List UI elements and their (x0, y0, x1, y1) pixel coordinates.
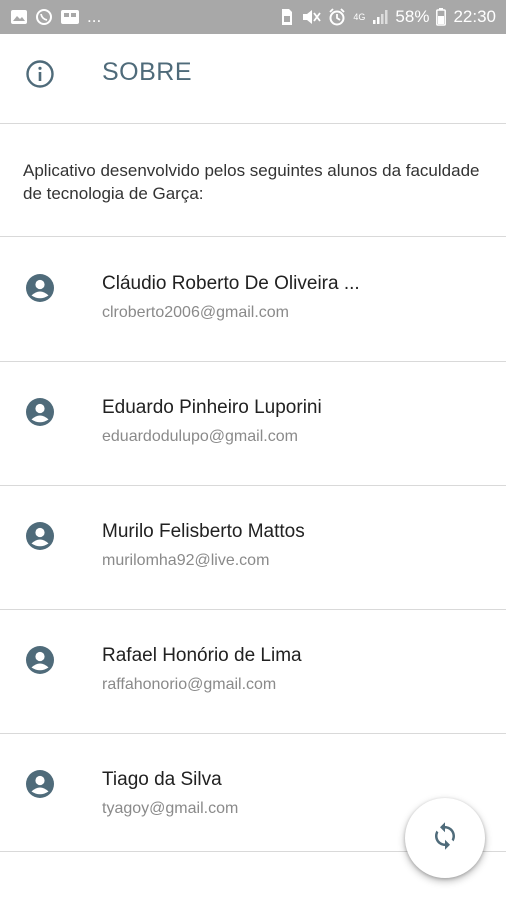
page-title: SOBRE (102, 58, 193, 86)
info-icon (25, 59, 55, 89)
people-list: Cláudio Roberto De Oliveira ... clrobert… (0, 238, 506, 852)
list-item[interactable]: Eduardo Pinheiro Luporini eduardodulupo@… (0, 362, 506, 486)
app-header: SOBRE (0, 34, 506, 124)
refresh-fab-button[interactable] (405, 798, 485, 878)
list-item[interactable]: Rafael Honório de Lima raffahonorio@gmai… (0, 610, 506, 734)
person-email: eduardodulupo@gmail.com (102, 428, 298, 445)
alarm-icon (328, 8, 346, 26)
person-email: murilomha92@live.com (102, 552, 270, 569)
account-circle-icon (24, 396, 56, 428)
person-name: Eduardo Pinheiro Luporini (102, 397, 322, 418)
person-name: Murilo Felisberto Mattos (102, 521, 305, 542)
account-circle-icon (24, 272, 56, 304)
whatsapp-icon (35, 8, 53, 26)
status-more: ... (87, 7, 102, 26)
mute-icon (301, 8, 322, 26)
person-name: Tiago da Silva (102, 769, 222, 790)
image-icon (10, 9, 28, 25)
network-type: 4G (353, 11, 366, 22)
signal-icon (372, 9, 388, 25)
gallery-icon (60, 9, 80, 25)
person-name: Cláudio Roberto De Oliveira ... (102, 273, 360, 294)
account-circle-icon (24, 768, 56, 800)
battery-icon (436, 8, 447, 26)
sim-icon (280, 8, 294, 26)
status-left: ... (10, 7, 101, 27)
person-name: Rafael Honório de Lima (102, 645, 302, 666)
intro-text: Aplicativo desenvolvido pelos seguintes … (23, 161, 480, 203)
intro-section: Aplicativo desenvolvido pelos seguintes … (0, 125, 506, 237)
person-email: raffahonorio@gmail.com (102, 676, 277, 693)
clock: 22:30 (453, 7, 496, 26)
account-circle-icon (24, 644, 56, 676)
battery-percent: 58% (395, 7, 430, 26)
status-right: 4G 58% 22:30 (280, 7, 496, 27)
list-item[interactable]: Murilo Felisberto Mattos murilomha92@liv… (0, 486, 506, 610)
person-email: tyagoy@gmail.com (102, 800, 239, 817)
list-item[interactable]: Cláudio Roberto De Oliveira ... clrobert… (0, 238, 506, 362)
sync-icon (430, 821, 460, 856)
account-circle-icon (24, 520, 56, 552)
status-bar: ... 4G 58% 22:30 (0, 0, 506, 34)
person-email: clroberto2006@gmail.com (102, 304, 289, 321)
